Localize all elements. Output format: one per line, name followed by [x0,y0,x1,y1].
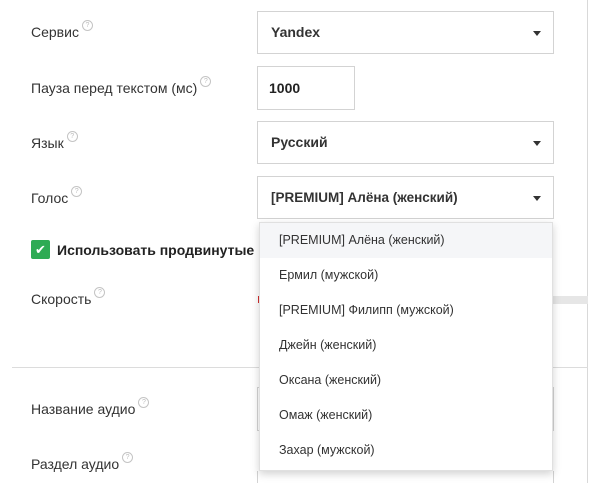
language-select[interactable]: Русский [257,121,554,164]
speed-label: Скорость? [31,287,106,307]
service-value: Yandex [271,24,321,40]
audio-name-label: Название аудио? [31,397,150,417]
help-icon[interactable]: ? [66,131,78,142]
voice-option[interactable]: Джейн (женский) [260,328,552,363]
voice-option[interactable]: Ермил (мужской) [260,258,552,293]
caret-down-icon [533,141,541,146]
voice-option[interactable]: Захар (мужской) [260,433,552,468]
caret-down-icon [533,196,541,201]
advanced-label: Использовать продвинутые н [57,242,267,258]
advanced-checkbox[interactable]: ✔ [31,240,50,259]
voice-value: [PREMIUM] Алёна (женский) [271,190,458,205]
voice-option[interactable]: Оксана (женский) [260,363,552,398]
audio-section-label: Раздел аудио? [31,452,134,472]
help-icon[interactable]: ? [138,397,150,408]
help-icon[interactable]: ? [200,76,212,87]
language-value: Русский [271,134,328,150]
caret-down-icon [533,31,541,36]
voice-option[interactable]: [PREMIUM] Алёна (женский) [260,223,552,258]
audio-section-select[interactable] [257,471,554,483]
voice-label: Голос? [31,186,83,206]
help-icon[interactable]: ? [122,452,134,463]
help-icon[interactable]: ? [71,186,83,197]
help-icon[interactable]: ? [81,20,93,31]
pause-label: Пауза перед текстом (мс)? [31,76,212,96]
panel-edge [587,0,588,483]
voice-select[interactable]: [PREMIUM] Алёна (женский) [257,176,554,219]
language-label: Язык? [31,131,78,151]
voice-option[interactable]: [PREMIUM] Филипп (мужской) [260,293,552,328]
voice-option[interactable]: Омаж (женский) [260,398,552,433]
service-select[interactable]: Yandex [257,11,554,54]
help-icon[interactable]: ? [94,287,106,298]
voice-dropdown-menu: [PREMIUM] Алёна (женский) Ермил (мужской… [259,222,553,471]
service-label: Сервис? [31,20,93,40]
pause-input[interactable]: 1000 [257,66,355,110]
